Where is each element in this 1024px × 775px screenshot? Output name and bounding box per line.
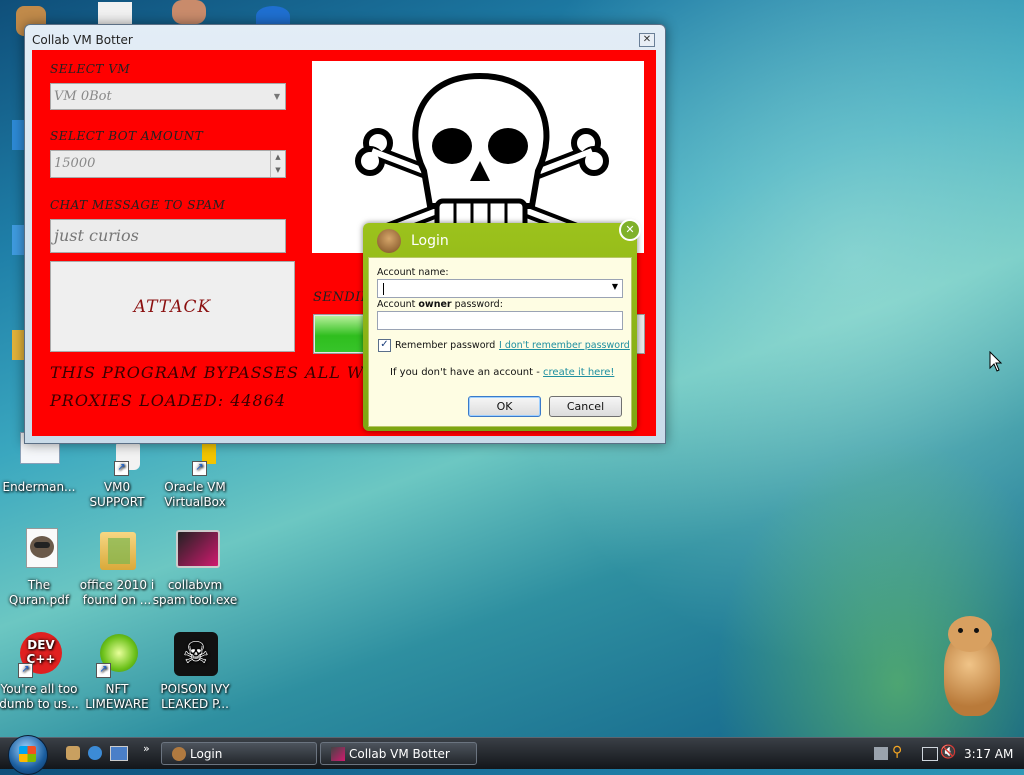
create-account-link[interactable]: create it here! [543,367,614,378]
chat-message-input[interactable]: just curios [50,219,286,253]
botter-app-icon [331,747,345,761]
tray-icon-1[interactable] [874,747,888,760]
login-app-icon [172,747,186,761]
devcpp-icon: DEV C++ ↗ [16,632,62,678]
monitor-icon [172,528,220,574]
desktop-icon-vm0-support[interactable]: ↗ VM0 SUPPORT [74,440,160,510]
desktop-icon-poison-ivy[interactable]: ☠ POISON IVY LEAKED P... [152,632,238,712]
bypass-text: THIS PROGRAM BYPASSES ALL WHIT [50,363,399,382]
chevron-down-icon: ▼ [273,92,280,101]
desktop-icon-label: POISON IVY LEAKED P... [160,682,230,711]
password-label-bold: owner [418,299,452,310]
login-title: Login [411,233,449,249]
login-app-icon [377,229,401,253]
no-account-prefix: If you don't have an account - [390,367,544,378]
no-account-text: If you don't have an account - create it… [390,367,614,378]
desktop-icon-label: Enderman... [2,480,76,494]
cancel-button[interactable]: Cancel [549,396,622,417]
chat-message-value: just curios [54,226,139,245]
bot-amount-stepper[interactable]: 15000 ▲ ▼ [50,150,286,178]
remember-password-label: Remember password [395,340,496,351]
bot-amount-value: 15000 [54,156,96,171]
desktop-icon-label: You're all too dumb to us... [0,682,79,711]
password-label: Account owner password: [377,299,503,310]
proxies-loaded-text: PROXIES LOADED: 44864 [50,391,287,410]
virtualbox-icon: ↗ [172,440,218,476]
stepper-up-icon[interactable]: ▲ [270,151,285,164]
skull-icon: ☠ [172,632,218,678]
desktop-icon-label: Oracle VM VirtualBox [164,480,226,509]
close-icon[interactable]: ✕ [639,33,655,47]
attack-button[interactable]: ATTACK [50,261,295,352]
desktop-icon-label: office 2010 i found on ... [79,578,155,607]
stepper-down-icon[interactable]: ▼ [270,164,285,177]
select-vm-value: VM 0Bot [54,89,112,104]
raccoon-icon [16,528,62,574]
chat-message-label: CHAT MESSAGE TO SPAM [50,198,226,212]
account-name-combobox[interactable]: ▼ [377,279,623,298]
folder-icon [94,528,140,574]
taskbar: » Login Collab VM Botter ⚲ 🔇 3:17 AM [0,735,1024,775]
chevron-right-icon[interactable]: » [143,742,150,755]
partial-portrait-icon[interactable] [172,0,206,24]
desktop-icon-label: collabvm spam tool.exe [152,578,238,607]
taskbar-button-botter[interactable]: Collab VM Botter [320,742,477,765]
system-tray: ⚲ 🔇 3:17 AM [862,741,1024,767]
clock[interactable]: 3:17 AM [964,747,1013,761]
desktop-icon-label: NFT LIMEWARE [85,682,149,711]
attack-label: ATTACK [133,296,212,317]
desktop-icon-nft-limeware[interactable]: ↗ NFT LIMEWARE [74,632,160,712]
mouse-cursor-icon [989,351,1003,372]
taskbar-button-label: Login [190,747,223,761]
desktop-icon-label: The Quran.pdf [8,578,70,607]
login-dialog[interactable]: Login ✕ Account name: ▼ Account owner pa… [363,219,641,431]
forgot-password-link[interactable]: I don't remember password [499,340,630,351]
shortcut-arrow-icon: ↗ [192,461,207,476]
select-vm-label: SELECT VM [50,62,131,76]
quick-launch-icon-1[interactable] [66,746,80,760]
desktop-icon-virtualbox[interactable]: ↗ Oracle VM VirtualBox [152,440,238,510]
doctor-icon: ↗ [94,440,140,476]
desktop-icon-office-folder[interactable]: office 2010 i found on ... [74,528,160,608]
desktop-icon-label: VM0 SUPPORT [89,480,145,509]
shortcut-arrow-icon: ↗ [18,663,33,678]
remember-password-checkbox[interactable]: ✓ [378,339,391,352]
close-icon[interactable]: ✕ [619,219,641,241]
window-title: Collab VM Botter [32,33,133,47]
desktop-icon-devcpp[interactable]: DEV C++ ↗ You're all too dumb to us... [0,632,82,712]
partial-document-icon[interactable] [98,2,132,26]
show-desktop-icon[interactable] [110,746,128,761]
shortcut-arrow-icon: ↗ [96,663,111,678]
hamster-gadget[interactable] [930,612,1010,720]
text-cursor [383,283,384,295]
password-field[interactable] [377,311,623,330]
taskbar-button-label: Collab VM Botter [349,747,450,761]
shortcut-arrow-icon: ↗ [114,461,129,476]
network-icon[interactable] [922,747,938,761]
desktop-icon-collabvm-spam-tool[interactable]: collabvm spam tool.exe [152,528,238,608]
windows-logo-icon [19,746,36,762]
select-vm-dropdown[interactable]: VM 0Bot ▼ [50,83,286,110]
ok-button[interactable]: OK [468,396,541,417]
taskbar-button-login[interactable]: Login [161,742,317,765]
lime-icon: ↗ [94,632,140,678]
desktop-icon-quran-pdf[interactable]: The Quran.pdf [0,528,82,608]
partial-round-icon[interactable] [256,6,290,26]
chevron-down-icon[interactable]: ▼ [612,282,618,291]
password-label-post: password: [451,299,503,310]
account-name-label: Account name: [377,267,449,278]
login-body: Account name: ▼ Account owner password: … [368,257,632,427]
start-button[interactable] [8,735,48,775]
bot-amount-label: SELECT BOT AMOUNT [50,129,204,143]
password-label-pre: Account [377,299,419,310]
quick-launch-icon-2[interactable] [88,746,102,760]
volume-muted-icon[interactable]: 🔇 [940,745,956,760]
search-icon[interactable]: ⚲ [892,744,902,760]
